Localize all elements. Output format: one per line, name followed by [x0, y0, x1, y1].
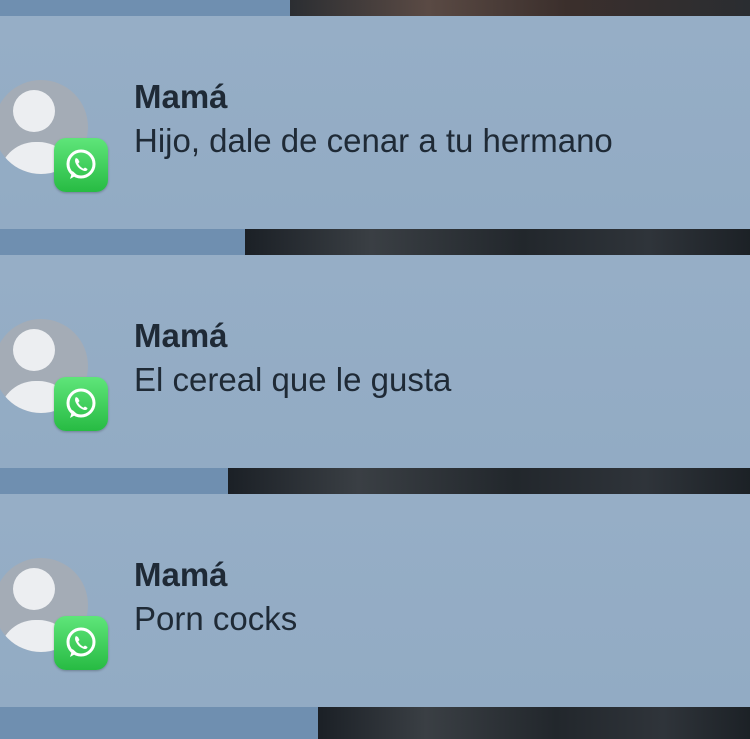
notification-sender: Mamá — [134, 556, 228, 593]
notification-card[interactable]: Mamá Hijo, dale de cenar a tu hermano — [0, 16, 750, 229]
background-strip — [0, 707, 750, 739]
background-strip — [0, 229, 750, 255]
background-strip — [0, 0, 750, 16]
notification-message: Porn cocks — [134, 600, 298, 637]
notification-card[interactable]: Mamá El cereal que le gusta — [0, 255, 750, 468]
notification-card[interactable]: Mamá Porn cocks — [0, 494, 750, 707]
notification-message: Hijo, dale de cenar a tu hermano — [134, 122, 613, 159]
whatsapp-icon — [54, 377, 108, 431]
whatsapp-icon — [54, 616, 108, 670]
notification-message: El cereal que le gusta — [134, 361, 452, 398]
notification-sender: Mamá — [134, 317, 228, 354]
background-strip — [0, 468, 750, 494]
notification-sender: Mamá — [134, 78, 228, 115]
whatsapp-icon — [54, 138, 108, 192]
